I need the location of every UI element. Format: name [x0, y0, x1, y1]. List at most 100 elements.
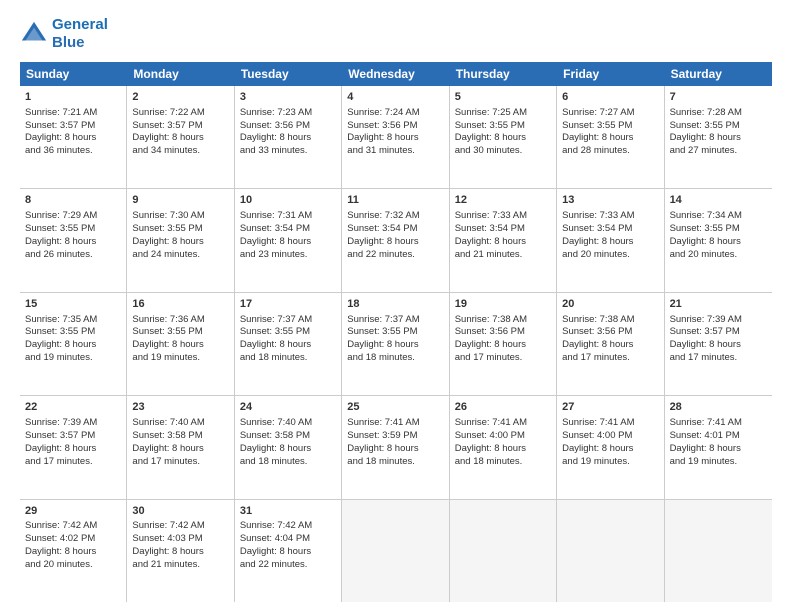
sunrise-text: Sunrise: 7:34 AM	[670, 210, 742, 221]
day-number: 1	[25, 90, 121, 105]
sunrise-text: Sunrise: 7:41 AM	[670, 417, 742, 428]
logo: General Blue	[20, 16, 108, 52]
header-day-wednesday: Wednesday	[342, 62, 449, 86]
header-day-thursday: Thursday	[450, 62, 557, 86]
header-day-friday: Friday	[557, 62, 664, 86]
calendar-cell: 4Sunrise: 7:24 AMSunset: 3:56 PMDaylight…	[342, 86, 449, 188]
sunrise-text: Sunrise: 7:29 AM	[25, 210, 97, 221]
daylight-text: Daylight: 8 hours and 21 minutes.	[455, 236, 526, 260]
sunset-text: Sunset: 3:54 PM	[455, 223, 525, 234]
day-number: 22	[25, 400, 121, 415]
calendar-row-3: 15Sunrise: 7:35 AMSunset: 3:55 PMDayligh…	[20, 293, 772, 396]
calendar-cell: 7Sunrise: 7:28 AMSunset: 3:55 PMDaylight…	[665, 86, 772, 188]
sunset-text: Sunset: 4:01 PM	[670, 430, 740, 441]
sunset-text: Sunset: 3:58 PM	[240, 430, 310, 441]
calendar-cell: 3Sunrise: 7:23 AMSunset: 3:56 PMDaylight…	[235, 86, 342, 188]
daylight-text: Daylight: 8 hours and 24 minutes.	[132, 236, 203, 260]
day-number: 13	[562, 193, 658, 208]
day-number: 28	[670, 400, 767, 415]
sunset-text: Sunset: 3:55 PM	[25, 326, 95, 337]
calendar-cell: 14Sunrise: 7:34 AMSunset: 3:55 PMDayligh…	[665, 189, 772, 291]
calendar-cell: 22Sunrise: 7:39 AMSunset: 3:57 PMDayligh…	[20, 396, 127, 498]
day-number: 17	[240, 297, 336, 312]
day-number: 30	[132, 504, 228, 519]
day-number: 19	[455, 297, 551, 312]
calendar-cell: 19Sunrise: 7:38 AMSunset: 3:56 PMDayligh…	[450, 293, 557, 395]
calendar-cell: 5Sunrise: 7:25 AMSunset: 3:55 PMDaylight…	[450, 86, 557, 188]
calendar-cell: 27Sunrise: 7:41 AMSunset: 4:00 PMDayligh…	[557, 396, 664, 498]
calendar-cell: 20Sunrise: 7:38 AMSunset: 3:56 PMDayligh…	[557, 293, 664, 395]
daylight-text: Daylight: 8 hours and 26 minutes.	[25, 236, 96, 260]
calendar-cell	[665, 500, 772, 602]
day-number: 10	[240, 193, 336, 208]
calendar-cell: 31Sunrise: 7:42 AMSunset: 4:04 PMDayligh…	[235, 500, 342, 602]
day-number: 14	[670, 193, 767, 208]
calendar-cell: 26Sunrise: 7:41 AMSunset: 4:00 PMDayligh…	[450, 396, 557, 498]
day-number: 4	[347, 90, 443, 105]
sunrise-text: Sunrise: 7:40 AM	[240, 417, 312, 428]
daylight-text: Daylight: 8 hours and 17 minutes.	[455, 339, 526, 363]
calendar-header: SundayMondayTuesdayWednesdayThursdayFrid…	[20, 62, 772, 86]
sunset-text: Sunset: 3:55 PM	[25, 223, 95, 234]
day-number: 21	[670, 297, 767, 312]
day-number: 18	[347, 297, 443, 312]
sunset-text: Sunset: 3:56 PM	[347, 120, 417, 131]
sunset-text: Sunset: 3:55 PM	[132, 223, 202, 234]
calendar-cell: 24Sunrise: 7:40 AMSunset: 3:58 PMDayligh…	[235, 396, 342, 498]
calendar-cell: 21Sunrise: 7:39 AMSunset: 3:57 PMDayligh…	[665, 293, 772, 395]
day-number: 6	[562, 90, 658, 105]
sunrise-text: Sunrise: 7:35 AM	[25, 314, 97, 325]
sunset-text: Sunset: 4:02 PM	[25, 533, 95, 544]
sunset-text: Sunset: 3:57 PM	[670, 326, 740, 337]
sunrise-text: Sunrise: 7:37 AM	[347, 314, 419, 325]
calendar-cell: 10Sunrise: 7:31 AMSunset: 3:54 PMDayligh…	[235, 189, 342, 291]
daylight-text: Daylight: 8 hours and 34 minutes.	[132, 132, 203, 156]
daylight-text: Daylight: 8 hours and 23 minutes.	[240, 236, 311, 260]
day-number: 16	[132, 297, 228, 312]
calendar-cell: 25Sunrise: 7:41 AMSunset: 3:59 PMDayligh…	[342, 396, 449, 498]
calendar-row-5: 29Sunrise: 7:42 AMSunset: 4:02 PMDayligh…	[20, 500, 772, 602]
calendar-cell	[557, 500, 664, 602]
daylight-text: Daylight: 8 hours and 17 minutes.	[670, 339, 741, 363]
sunrise-text: Sunrise: 7:42 AM	[132, 520, 204, 531]
calendar-cell: 28Sunrise: 7:41 AMSunset: 4:01 PMDayligh…	[665, 396, 772, 498]
page: General Blue SundayMondayTuesdayWednesda…	[0, 0, 792, 612]
calendar-cell: 9Sunrise: 7:30 AMSunset: 3:55 PMDaylight…	[127, 189, 234, 291]
calendar-cell: 13Sunrise: 7:33 AMSunset: 3:54 PMDayligh…	[557, 189, 664, 291]
sunset-text: Sunset: 3:57 PM	[132, 120, 202, 131]
daylight-text: Daylight: 8 hours and 17 minutes.	[132, 443, 203, 467]
calendar: SundayMondayTuesdayWednesdayThursdayFrid…	[20, 62, 772, 602]
calendar-cell	[450, 500, 557, 602]
day-number: 2	[132, 90, 228, 105]
sunset-text: Sunset: 3:55 PM	[562, 120, 632, 131]
calendar-cell: 6Sunrise: 7:27 AMSunset: 3:55 PMDaylight…	[557, 86, 664, 188]
sunrise-text: Sunrise: 7:39 AM	[25, 417, 97, 428]
sunrise-text: Sunrise: 7:32 AM	[347, 210, 419, 221]
sunset-text: Sunset: 4:00 PM	[455, 430, 525, 441]
day-number: 7	[670, 90, 767, 105]
daylight-text: Daylight: 8 hours and 28 minutes.	[562, 132, 633, 156]
sunset-text: Sunset: 3:56 PM	[455, 326, 525, 337]
calendar-cell: 1Sunrise: 7:21 AMSunset: 3:57 PMDaylight…	[20, 86, 127, 188]
day-number: 5	[455, 90, 551, 105]
sunset-text: Sunset: 3:55 PM	[347, 326, 417, 337]
calendar-row-4: 22Sunrise: 7:39 AMSunset: 3:57 PMDayligh…	[20, 396, 772, 499]
sunset-text: Sunset: 4:03 PM	[132, 533, 202, 544]
daylight-text: Daylight: 8 hours and 19 minutes.	[25, 339, 96, 363]
daylight-text: Daylight: 8 hours and 17 minutes.	[25, 443, 96, 467]
calendar-cell: 18Sunrise: 7:37 AMSunset: 3:55 PMDayligh…	[342, 293, 449, 395]
calendar-cell: 16Sunrise: 7:36 AMSunset: 3:55 PMDayligh…	[127, 293, 234, 395]
sunrise-text: Sunrise: 7:30 AM	[132, 210, 204, 221]
daylight-text: Daylight: 8 hours and 19 minutes.	[132, 339, 203, 363]
header-day-tuesday: Tuesday	[235, 62, 342, 86]
sunrise-text: Sunrise: 7:33 AM	[455, 210, 527, 221]
daylight-text: Daylight: 8 hours and 18 minutes.	[347, 443, 418, 467]
sunset-text: Sunset: 3:56 PM	[240, 120, 310, 131]
sunrise-text: Sunrise: 7:25 AM	[455, 107, 527, 118]
sunset-text: Sunset: 3:55 PM	[670, 120, 740, 131]
sunrise-text: Sunrise: 7:40 AM	[132, 417, 204, 428]
sunset-text: Sunset: 3:54 PM	[562, 223, 632, 234]
daylight-text: Daylight: 8 hours and 21 minutes.	[132, 546, 203, 570]
sunrise-text: Sunrise: 7:22 AM	[132, 107, 204, 118]
daylight-text: Daylight: 8 hours and 22 minutes.	[240, 546, 311, 570]
